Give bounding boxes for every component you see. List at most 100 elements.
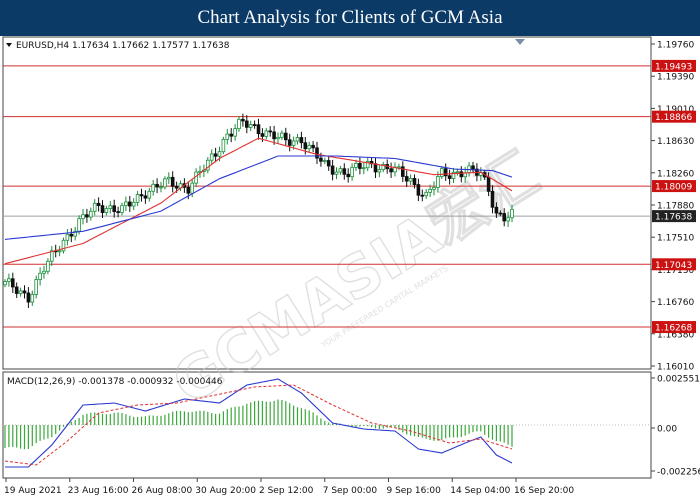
candle-body bbox=[108, 205, 113, 210]
candle-body bbox=[77, 218, 81, 232]
price-y-tick-label: 1.19760 bbox=[657, 41, 694, 51]
price-level-tag-label: 1.18009 bbox=[655, 183, 692, 193]
price-y-tick-label: 1.17510 bbox=[657, 234, 694, 244]
candle-body bbox=[221, 138, 226, 153]
candle-body bbox=[186, 186, 191, 194]
candle-body bbox=[209, 153, 214, 161]
candle-body bbox=[159, 186, 163, 189]
candle-body bbox=[311, 144, 315, 149]
candle-body bbox=[295, 137, 300, 142]
candle-body bbox=[256, 124, 261, 135]
candle-body bbox=[34, 279, 38, 295]
candle-body bbox=[416, 184, 421, 196]
candle bbox=[221, 136, 226, 155]
x-tick-label: 30 Aug 20:00 bbox=[195, 486, 256, 496]
candle-body bbox=[89, 210, 93, 218]
candle-body bbox=[252, 124, 257, 126]
candle-body bbox=[69, 233, 74, 237]
candle-body bbox=[174, 185, 179, 189]
candle-body bbox=[346, 173, 350, 178]
price-level-tag: 1.19493 bbox=[652, 59, 696, 72]
candle-body bbox=[163, 178, 167, 188]
price-level-tag-label: 1.16268 bbox=[655, 324, 692, 334]
candle-body bbox=[502, 213, 506, 222]
x-tick-label: 7 Sep 00:00 bbox=[323, 486, 378, 496]
candle-body bbox=[268, 130, 272, 133]
candle-body bbox=[389, 168, 393, 173]
candle-body bbox=[151, 183, 156, 192]
price-y-tick-label: 1.18630 bbox=[657, 137, 694, 147]
candle-body bbox=[3, 281, 7, 286]
candle-body bbox=[455, 171, 460, 174]
candle-body bbox=[303, 142, 308, 150]
candle-body bbox=[248, 124, 253, 128]
candle-body bbox=[155, 183, 159, 188]
macd-panel-header: MACD(12,26,9) -0.001378 -0.000932 -0.000… bbox=[7, 377, 223, 387]
candle-body bbox=[283, 132, 288, 141]
candle-body bbox=[428, 188, 432, 193]
candle-body bbox=[260, 133, 265, 137]
candle-body bbox=[459, 171, 464, 178]
macd-y-tick-label: 0.002551 bbox=[657, 375, 700, 385]
chart-banner: Chart Analysis for Clients of GCM Asia bbox=[0, 0, 700, 36]
candle-body bbox=[334, 171, 339, 175]
candle-body bbox=[18, 290, 23, 294]
price-y-tick-label: 1.16760 bbox=[657, 298, 694, 308]
candle-body bbox=[408, 177, 413, 182]
candle-body bbox=[299, 137, 304, 144]
candle-body bbox=[96, 202, 101, 206]
candle-body bbox=[127, 201, 132, 207]
candle-body bbox=[361, 167, 366, 170]
candle-body bbox=[166, 176, 171, 180]
candle-body bbox=[104, 208, 109, 213]
candle-body bbox=[486, 176, 491, 192]
candle-body bbox=[439, 168, 444, 177]
candle-body bbox=[42, 270, 46, 274]
candle-body bbox=[139, 194, 144, 197]
candle-body bbox=[213, 153, 218, 157]
candle-body bbox=[432, 187, 436, 190]
candle-body bbox=[147, 190, 152, 199]
candle-body bbox=[264, 130, 269, 137]
price-level-tag: 1.18866 bbox=[652, 110, 696, 123]
price-y-tick-label: 1.19390 bbox=[657, 73, 694, 83]
candle-body bbox=[100, 205, 105, 213]
price-level-tag-label: 1.18866 bbox=[655, 113, 692, 123]
candle-body bbox=[338, 168, 343, 173]
candle-body bbox=[412, 177, 417, 185]
candle-body bbox=[291, 140, 296, 146]
candle-body bbox=[330, 165, 335, 175]
candle-body bbox=[326, 160, 331, 167]
price-y-tick-label: 1.17880 bbox=[657, 202, 694, 212]
candle-body bbox=[65, 233, 70, 241]
price-level-tag: 1.17043 bbox=[652, 258, 696, 271]
candle-body bbox=[420, 194, 425, 197]
candle-body bbox=[120, 205, 124, 213]
x-tick-label: 14 Sep 04:00 bbox=[450, 486, 510, 496]
candle-body bbox=[319, 157, 323, 162]
candle-body bbox=[229, 133, 234, 137]
candle-body bbox=[322, 160, 327, 162]
candle-body bbox=[241, 118, 245, 122]
candle-body bbox=[135, 194, 140, 203]
candle-body bbox=[510, 208, 514, 219]
price-level-tag-label: 1.17043 bbox=[655, 261, 692, 271]
candle-body bbox=[498, 212, 503, 215]
x-tick-label: 19 Aug 2021 bbox=[4, 486, 62, 496]
candle-body bbox=[377, 169, 382, 173]
candle-body bbox=[244, 120, 249, 128]
candle-body bbox=[131, 201, 136, 207]
candle-body bbox=[26, 292, 31, 303]
candle-body bbox=[490, 190, 495, 208]
price-y-tick-label: 1.18260 bbox=[657, 169, 694, 179]
candle-body bbox=[358, 162, 362, 169]
candle-body bbox=[280, 132, 284, 138]
x-tick-label: 9 Sep 16:00 bbox=[387, 486, 442, 496]
candle-body bbox=[272, 131, 276, 140]
candle-body bbox=[342, 168, 347, 175]
candle-body bbox=[447, 175, 452, 179]
candle-body bbox=[237, 118, 241, 130]
price-level-tag: 1.18009 bbox=[652, 180, 696, 193]
candle-body bbox=[170, 176, 175, 187]
candle-body bbox=[124, 201, 128, 207]
